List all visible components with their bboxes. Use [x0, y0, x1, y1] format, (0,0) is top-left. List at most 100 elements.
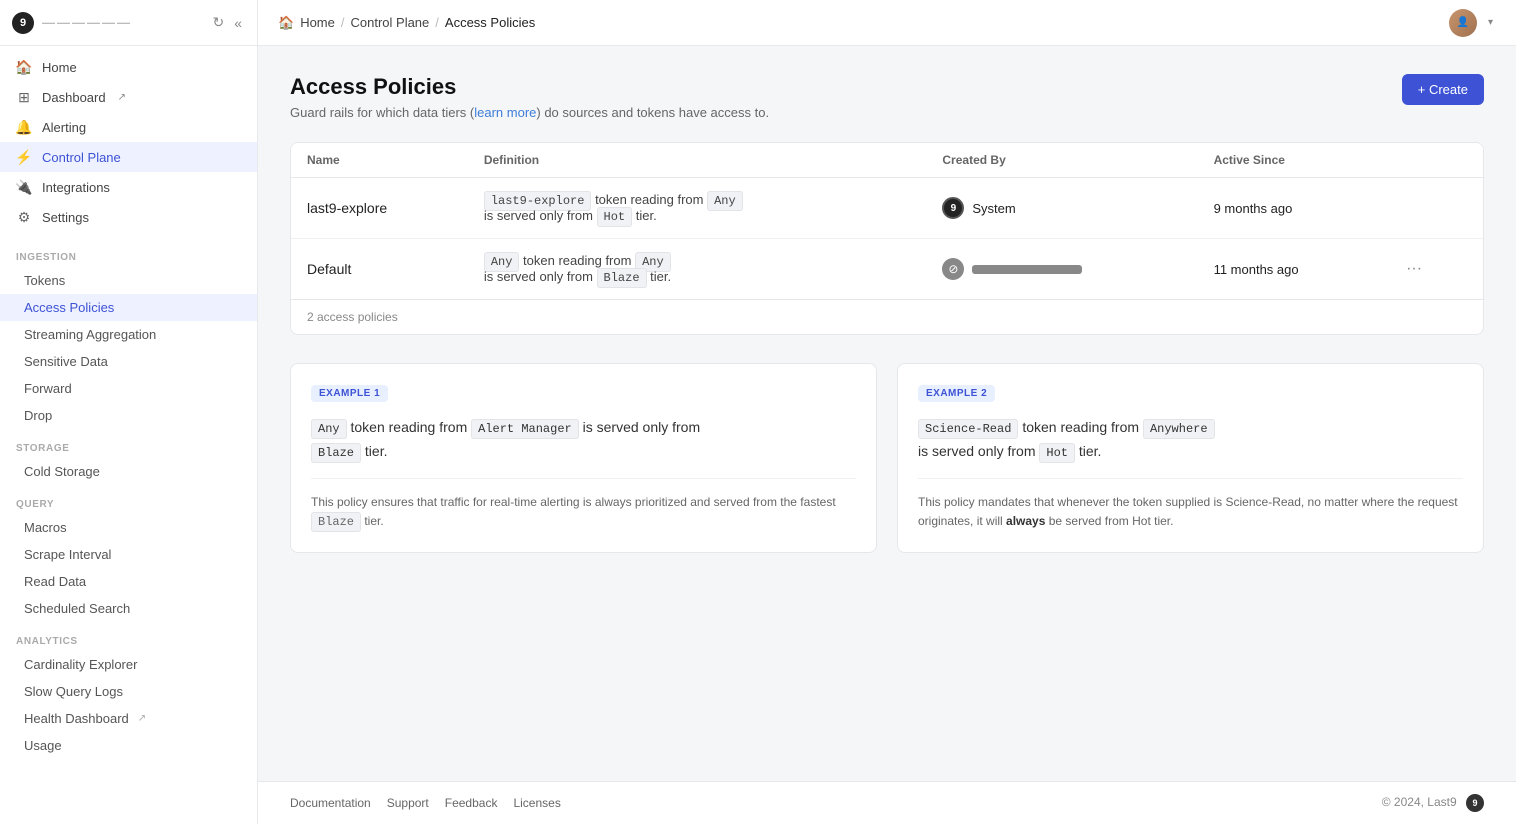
- example-badge-1: EXAMPLE 1: [311, 385, 388, 402]
- policy-actions-cell: [1382, 178, 1483, 239]
- control-plane-icon: ⚡: [16, 149, 32, 165]
- sidebar-item-usage[interactable]: Usage: [0, 732, 257, 759]
- policy-active-cell: 9 months ago: [1198, 178, 1383, 239]
- sidebar-item-drop[interactable]: Drop: [0, 402, 257, 429]
- footer-link-licenses[interactable]: Licenses: [513, 796, 560, 810]
- app-logo: 9 ——————: [12, 12, 132, 34]
- sidebar-item-sensitive-data[interactable]: Sensitive Data: [0, 348, 257, 375]
- ex1-desc-code: Blaze: [311, 512, 361, 532]
- sidebar-item-macros[interactable]: Macros: [0, 514, 257, 541]
- sidebar-item-home[interactable]: 🏠 Home: [0, 52, 257, 82]
- policy-definition-2: Any token reading from Any is served onl…: [484, 253, 671, 284]
- query-label: QUERY: [0, 485, 257, 514]
- health-dashboard-label: Health Dashboard: [24, 711, 129, 726]
- read-data-label: Read Data: [24, 574, 86, 589]
- ext-icon: ↗: [118, 92, 126, 103]
- col-definition: Definition: [468, 143, 927, 178]
- footer-logo: 9: [1466, 794, 1484, 812]
- footer-link-support[interactable]: Support: [387, 796, 429, 810]
- collapse-icon[interactable]: «: [231, 11, 245, 34]
- masked-text: [972, 265, 1082, 274]
- sidebar-item-alerting[interactable]: 🔔 Alerting: [0, 112, 257, 142]
- policy-def-cell: last9-explore token reading from Any is …: [468, 178, 927, 239]
- sidebar-item-access-policies[interactable]: Access Policies: [0, 294, 257, 321]
- more-actions-button[interactable]: ···: [1398, 256, 1430, 282]
- analytics-section: ANALYTICS Cardinality Explorer Slow Quer…: [0, 622, 257, 759]
- ingestion-section: INGESTION Tokens Access Policies Streami…: [0, 238, 257, 429]
- logo-icon: 9: [12, 12, 34, 34]
- policy-actions-cell-2: ···: [1382, 239, 1483, 300]
- policy-name-2: Default: [307, 261, 351, 277]
- usage-label: Usage: [24, 738, 62, 753]
- topbar-right: 👤 ▾: [1449, 9, 1496, 37]
- sidebar-item-cold-storage[interactable]: Cold Storage: [0, 458, 257, 485]
- refresh-icon[interactable]: ↻: [209, 11, 227, 34]
- sidebar-item-integrations[interactable]: 🔌 Integrations: [0, 172, 257, 202]
- active-since-value-2: 11 months ago: [1214, 262, 1299, 277]
- sidebar-item-read-data[interactable]: Read Data: [0, 568, 257, 595]
- sidebar-item-scheduled-search[interactable]: Scheduled Search: [0, 595, 257, 622]
- table-header: Name Definition Created By Active Since: [291, 143, 1483, 178]
- page-header: Access Policies Guard rails for which da…: [290, 74, 1484, 120]
- integrations-icon: 🔌: [16, 179, 32, 195]
- footer-link-feedback[interactable]: Feedback: [445, 796, 498, 810]
- access-policies-label: Access Policies: [24, 300, 114, 315]
- col-actions: [1382, 143, 1483, 178]
- forward-label: Forward: [24, 381, 72, 396]
- breadcrumb-home-icon: 🏠: [278, 15, 294, 31]
- scheduled-search-label: Scheduled Search: [24, 601, 130, 616]
- sidebar-item-streaming-aggregation[interactable]: Streaming Aggregation: [0, 321, 257, 348]
- sidebar-controls: ↻ «: [209, 11, 245, 34]
- logo-text: ——————: [42, 15, 132, 30]
- macros-label: Macros: [24, 520, 67, 535]
- example-policy-1: Any token reading from Alert Manager is …: [311, 416, 856, 464]
- breadcrumb: 🏠 Home / Control Plane / Access Policies: [278, 15, 535, 31]
- sidebar-item-scrape-interval[interactable]: Scrape Interval: [0, 541, 257, 568]
- storage-section: STORAGE Cold Storage: [0, 429, 257, 485]
- create-button[interactable]: + Create: [1402, 74, 1484, 105]
- home-icon: 🏠: [16, 59, 32, 75]
- policies-table-container: Name Definition Created By Active Since …: [290, 142, 1484, 335]
- sidebar-label-control-plane: Control Plane: [42, 150, 121, 165]
- def-code-any1: Any: [707, 191, 743, 211]
- policies-count: 2 access policies: [307, 310, 398, 324]
- content-area: Access Policies Guard rails for which da…: [258, 46, 1516, 781]
- slow-query-logs-label: Slow Query Logs: [24, 684, 123, 699]
- table-footer: 2 access policies: [291, 299, 1483, 334]
- sidebar-label-dashboard: Dashboard: [42, 90, 106, 105]
- footer-copyright: © 2024, Last9 9: [1382, 794, 1484, 812]
- breadcrumb-home[interactable]: Home: [300, 15, 335, 30]
- blocked-icon: ⊘: [942, 258, 964, 280]
- learn-more-link[interactable]: learn more: [474, 105, 536, 120]
- footer-link-documentation[interactable]: Documentation: [290, 796, 371, 810]
- breadcrumb-control-plane[interactable]: Control Plane: [351, 15, 430, 30]
- page-header-text: Access Policies Guard rails for which da…: [290, 74, 769, 120]
- created-by: 9 System: [942, 197, 1181, 219]
- sidebar-item-forward[interactable]: Forward: [0, 375, 257, 402]
- example-desc-2: This policy mandates that whenever the t…: [918, 478, 1463, 531]
- policy-created-cell: 9 System: [926, 178, 1197, 239]
- avatar[interactable]: 👤: [1449, 9, 1477, 37]
- sidebar-item-health-dashboard[interactable]: Health Dashboard ↗: [0, 705, 257, 732]
- col-active-since: Active Since: [1198, 143, 1383, 178]
- main-nav: 🏠 Home ⊞ Dashboard ↗ 🔔 Alerting ⚡ Contro…: [0, 46, 257, 238]
- sidebar-item-dashboard[interactable]: ⊞ Dashboard ↗: [0, 82, 257, 112]
- ex2-code1: Science-Read: [918, 419, 1018, 439]
- sidebar-item-control-plane[interactable]: ⚡ Control Plane: [0, 142, 257, 172]
- drop-label: Drop: [24, 408, 52, 423]
- sidebar-label-integrations: Integrations: [42, 180, 110, 195]
- storage-label: STORAGE: [0, 429, 257, 458]
- breadcrumb-sep2: /: [435, 15, 439, 30]
- active-since-value: 9 months ago: [1214, 201, 1293, 216]
- sidebar-item-settings[interactable]: ⚙ Settings: [0, 202, 257, 232]
- policy-name-cell: last9-explore: [291, 178, 468, 239]
- ex2-bold: always: [1006, 514, 1045, 528]
- page-description: Guard rails for which data tiers (learn …: [290, 105, 769, 120]
- sidebar-item-slow-query-logs[interactable]: Slow Query Logs: [0, 678, 257, 705]
- table-body: last9-explore last9-explore token readin…: [291, 178, 1483, 300]
- sidebar-item-cardinality-explorer[interactable]: Cardinality Explorer: [0, 651, 257, 678]
- sidebar-item-tokens[interactable]: Tokens: [0, 267, 257, 294]
- created-by-label: System: [972, 201, 1015, 216]
- policies-table: Name Definition Created By Active Since …: [291, 143, 1483, 299]
- user-menu-chevron[interactable]: ▾: [1485, 14, 1496, 31]
